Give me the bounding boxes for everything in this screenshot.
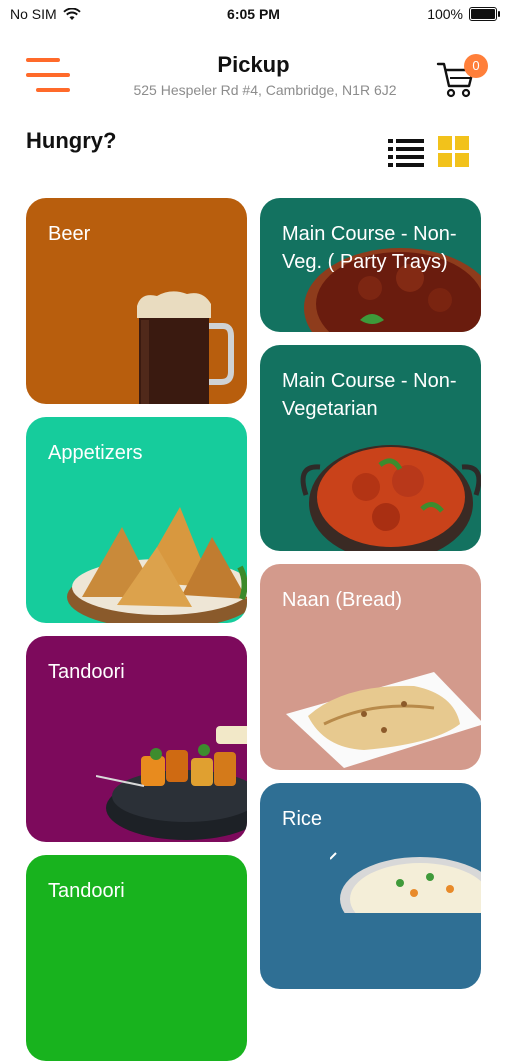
rice-bowl-image [330, 852, 481, 913]
naan-image [286, 672, 481, 768]
category-label: Main Course - Non-Veg. ( Party Trays) [282, 223, 457, 273]
category-label: Appetizers [48, 442, 143, 464]
battery-percent: 100% [427, 6, 463, 22]
category-label: Naan (Bread) [282, 589, 403, 611]
category-label: Beer [48, 223, 91, 245]
section-heading: Hungry? [26, 128, 117, 153]
category-card-appetizers[interactable]: Appetizers [26, 417, 247, 623]
category-label: Main Course - Non-Vegetarian [282, 370, 457, 420]
menu-bar-bottom [36, 88, 70, 92]
pickup-address[interactable]: 525 Hespeler Rd #4, Cambridge, N1R 6J2 [90, 82, 440, 98]
category-card-rice[interactable]: Rice [260, 783, 481, 989]
category-card-tandoori[interactable]: Tandoori [26, 636, 247, 842]
grid-view-button[interactable] [438, 136, 470, 168]
battery-icon [469, 7, 500, 21]
status-bar: No SIM 6:05 PM 100% [0, 0, 507, 30]
category-label: Tandoori [48, 661, 125, 683]
status-right: 100% [427, 6, 500, 22]
list-view-button[interactable] [388, 138, 424, 168]
page-title: Pickup [217, 52, 290, 77]
cart-button[interactable]: 0 [436, 54, 496, 100]
category-label: Rice [282, 808, 323, 830]
samosa-image [67, 507, 247, 623]
butter-chicken-image [300, 445, 481, 551]
beer-mug-image [137, 291, 234, 404]
grid-view-icon [438, 136, 469, 167]
cart-count-badge: 0 [464, 54, 488, 78]
category-label: Tandoori [48, 880, 125, 902]
category-card-main-course-party-trays[interactable]: Main Course - Non-Veg. ( Party Trays) [260, 198, 481, 332]
list-view-icon [388, 139, 424, 167]
category-card-main-course-non-veg[interactable]: Main Course - Non-Vegetarian [260, 345, 481, 551]
category-card-naan[interactable]: Naan (Bread) [260, 564, 481, 770]
category-card-beer[interactable]: Beer [26, 198, 247, 404]
tandoori-image [96, 726, 247, 840]
category-card-tandoori-2[interactable]: Tandoori [26, 855, 247, 1061]
